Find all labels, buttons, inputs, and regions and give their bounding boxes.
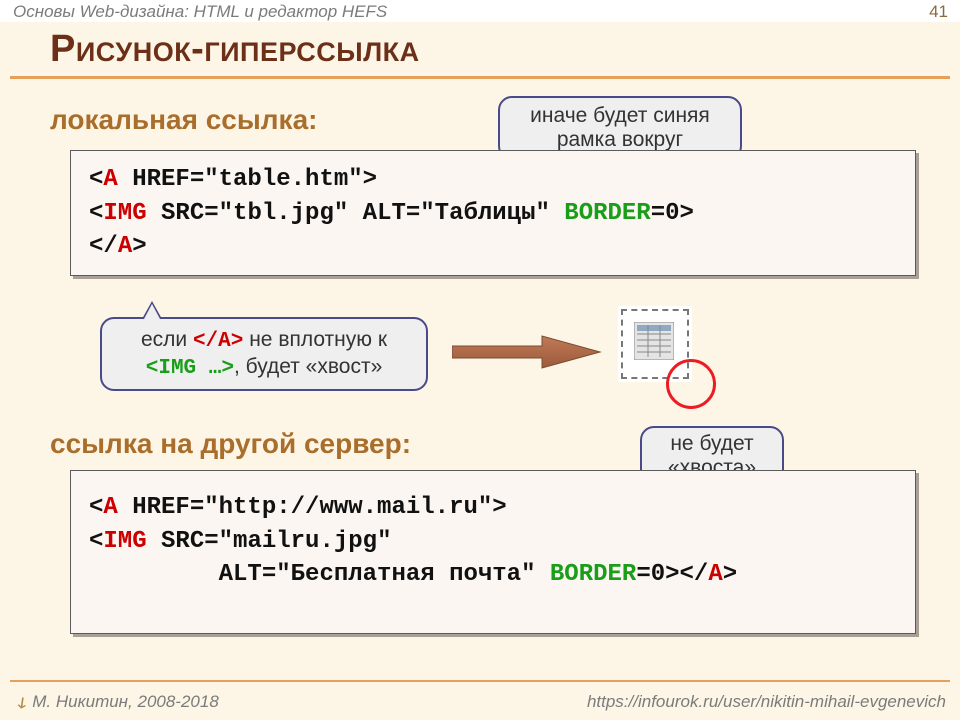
footer-author: ↘М. Никитин, 2008-2018: [14, 692, 219, 712]
arrow-icon: [452, 332, 602, 372]
highlight-circle: [666, 359, 716, 409]
section-remote-link: ссылка на другой сервер:: [50, 428, 411, 460]
title-bar: Рисунок-гиперссылка: [10, 28, 950, 79]
code-block-1: <A HREF="table.htm"> <IMG SRC="tbl.jpg" …: [70, 150, 916, 276]
callout-pointer-icon: [142, 301, 162, 319]
footer-rule: [10, 680, 950, 682]
footer-url: https://infourok.ru/user/nikitin-mihail-…: [587, 692, 946, 712]
doc-title: Основы Web-дизайна: HTML и редактор HEFS: [13, 2, 387, 22]
code-block-2: <A HREF="http://www.mail.ru"> <IMG SRC="…: [70, 470, 916, 634]
callout-text: иначе будет синяя рамка вокруг: [530, 104, 710, 151]
callout-text: если </A> не вплотную к <IMG …>, будет «…: [141, 328, 387, 378]
callout-tail: если </A> не вплотную к <IMG …>, будет «…: [100, 317, 428, 391]
page-title: Рисунок-гиперссылка: [50, 28, 420, 71]
slide: Основы Web-дизайна: HTML и редактор HEFS…: [0, 0, 960, 720]
arrow-icon: ↘: [9, 690, 33, 714]
table-icon: [634, 322, 674, 360]
page-number: 41: [929, 2, 948, 22]
section-local-link: локальная ссылка:: [50, 104, 317, 136]
